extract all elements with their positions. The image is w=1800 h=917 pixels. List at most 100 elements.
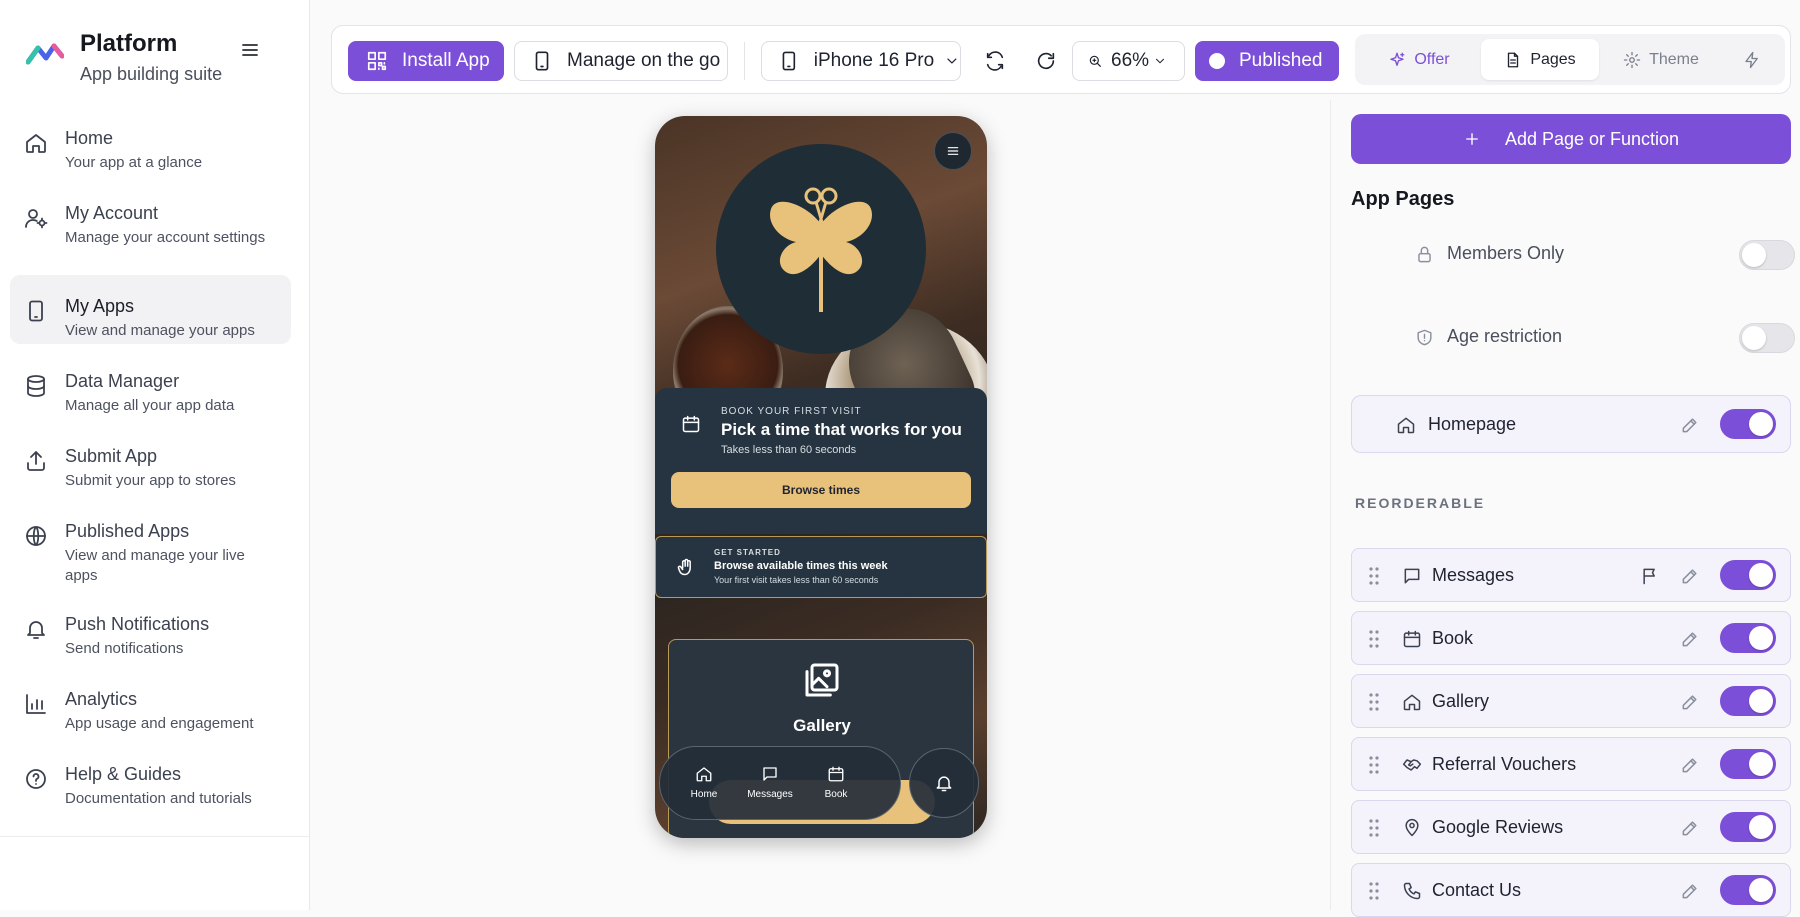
brand-title: Platform [80, 30, 178, 57]
pencil-icon[interactable] [1680, 818, 1700, 838]
homepage-toggle[interactable] [1720, 409, 1776, 439]
toolbar-divider [744, 42, 745, 80]
sidebar-item-label: Home [65, 128, 114, 148]
page-label: Contact Us [1432, 880, 1522, 900]
globe-icon [26, 526, 46, 546]
page-row-contact-us[interactable]: Contact Us [1351, 863, 1791, 917]
pencil-icon[interactable] [1680, 415, 1700, 435]
phone-tab-messages[interactable]: Messages [742, 765, 798, 800]
members-only-toggle[interactable] [1739, 240, 1795, 270]
flag-icon[interactable] [1640, 566, 1660, 586]
pencil-icon[interactable] [1680, 881, 1700, 901]
install-app-button[interactable]: Install App [348, 41, 504, 81]
sidebar-item-submit-app[interactable]: Submit App Submit your app to stores [10, 425, 291, 494]
sidebar-item-label: Help & Guides [65, 764, 182, 784]
homepage-row[interactable]: Homepage [1351, 395, 1791, 453]
manage-on-the-go-button[interactable]: Manage on the go [514, 41, 728, 81]
drag-handle-icon[interactable] [1368, 692, 1380, 712]
bell-icon [27, 621, 45, 639]
lock-icon [1418, 246, 1431, 263]
phone-call-icon [1403, 882, 1421, 900]
drag-handle-icon[interactable] [1368, 566, 1380, 586]
zoom-icon [1089, 55, 1101, 67]
sidebar-item-help[interactable]: Help & Guides Documentation and tutorial… [10, 743, 291, 812]
phone-preview[interactable]: BOOK YOUR FIRST VISIT Pick a time that w… [655, 116, 987, 838]
file-icon [1508, 52, 1519, 67]
message-icon [1404, 568, 1420, 584]
published-button[interactable]: Published [1195, 41, 1339, 81]
get-started-card[interactable]: GET STARTED Browse available times this … [655, 536, 987, 598]
age-restriction-toggle[interactable] [1739, 323, 1795, 353]
page-row-messages[interactable]: Messages [1351, 548, 1791, 602]
toggle-knob [1742, 243, 1766, 267]
butterfly-scissors-logo [770, 187, 872, 312]
book-card-subtitle: Takes less than 60 seconds [721, 444, 857, 456]
phone-tab-home[interactable]: Home [676, 765, 732, 800]
drag-handle-icon[interactable] [1368, 818, 1380, 838]
device-select[interactable]: iPhone 16 Pro [761, 41, 961, 81]
page-label: Messages [1432, 565, 1515, 585]
brand-subtitle: App building suite [80, 64, 223, 84]
reload-button[interactable] [1028, 41, 1064, 81]
menu-icon[interactable] [238, 38, 262, 62]
pencil-icon[interactable] [1680, 755, 1700, 775]
help-circle-icon [26, 769, 46, 789]
sidebar-item-home[interactable]: Home Your app at a glance [10, 107, 291, 176]
start-card-eyebrow: GET STARTED [714, 548, 781, 557]
page-toggle[interactable] [1720, 686, 1776, 716]
pencil-icon[interactable] [1680, 566, 1700, 586]
handshake-icon [1402, 759, 1422, 771]
page-label: Book [1432, 628, 1474, 648]
add-page-button[interactable]: Add Page or Function [1351, 114, 1791, 164]
panel-tabs: Offer Pages Theme [1355, 34, 1785, 85]
phone-tab-label: Messages [747, 789, 793, 800]
toggle-knob [1742, 326, 1766, 350]
phone-icon [535, 51, 549, 71]
phone-tab-book[interactable]: Book [808, 765, 864, 800]
page-toggle[interactable] [1720, 749, 1776, 779]
page-toggle[interactable] [1720, 875, 1776, 905]
sidebar-item-desc: Documentation and tutorials [65, 790, 252, 807]
pencil-icon[interactable] [1680, 629, 1700, 649]
sidebar-item-my-account[interactable]: My Account Manage your account settings [10, 182, 291, 269]
upload-icon [27, 451, 45, 471]
start-card-subtitle: Your first visit takes less than 60 seco… [714, 575, 879, 585]
drag-handle-icon[interactable] [1368, 881, 1380, 901]
sidebar-item-desc: View and manage your live apps [65, 547, 245, 584]
tab-pages[interactable]: Pages [1481, 39, 1599, 80]
home-icon [1397, 417, 1415, 434]
phone-menu-button[interactable] [934, 132, 972, 170]
tab-theme[interactable]: Theme [1605, 39, 1717, 80]
book-card-eyebrow: BOOK YOUR FIRST VISIT [721, 406, 862, 417]
sparkle-icon [1390, 52, 1405, 66]
sidebar-item-push-notifications[interactable]: Push Notifications Send notifications [10, 593, 291, 662]
page-toggle[interactable] [1720, 623, 1776, 653]
page-toggle[interactable] [1720, 812, 1776, 842]
preview-canvas: BOOK YOUR FIRST VISIT Pick a time that w… [331, 100, 1329, 910]
page-row-book[interactable]: Book [1351, 611, 1791, 665]
zoom-select[interactable]: 66% [1072, 41, 1185, 81]
page-row-google-reviews[interactable]: Google Reviews [1351, 800, 1791, 854]
home-icon [26, 134, 46, 153]
sidebar-item-analytics[interactable]: Analytics App usage and engagement [10, 668, 291, 737]
sidebar-item-data-manager[interactable]: Data Manager Manage all your app data [10, 350, 291, 419]
sidebar-item-my-apps[interactable]: My Apps View and manage your apps [10, 275, 291, 344]
drag-handle-icon[interactable] [1368, 629, 1380, 649]
browse-times-button[interactable]: Browse times [671, 472, 971, 508]
home-icon [696, 767, 712, 782]
page-row-referral-vouchers[interactable]: Referral Vouchers [1351, 737, 1791, 791]
bell-icon [936, 776, 952, 792]
pencil-icon[interactable] [1680, 692, 1700, 712]
page-row-gallery[interactable]: Gallery [1351, 674, 1791, 728]
tab-automations[interactable] [1725, 39, 1779, 80]
sidebar-item-label: Submit App [65, 446, 158, 466]
map-pin-icon [1405, 818, 1419, 837]
tab-offer[interactable]: Offer [1361, 39, 1477, 80]
sidebar-item-desc: Manage your account settings [65, 229, 266, 246]
phone-notifications-button[interactable] [909, 748, 979, 818]
drag-handle-icon[interactable] [1368, 755, 1380, 775]
sidebar-item-published-apps[interactable]: Published Apps View and manage your live… [10, 500, 291, 587]
sidebar-nav: Home Your app at a glance My Account Man… [10, 107, 291, 818]
page-toggle[interactable] [1720, 560, 1776, 590]
sync-button[interactable] [977, 41, 1013, 81]
